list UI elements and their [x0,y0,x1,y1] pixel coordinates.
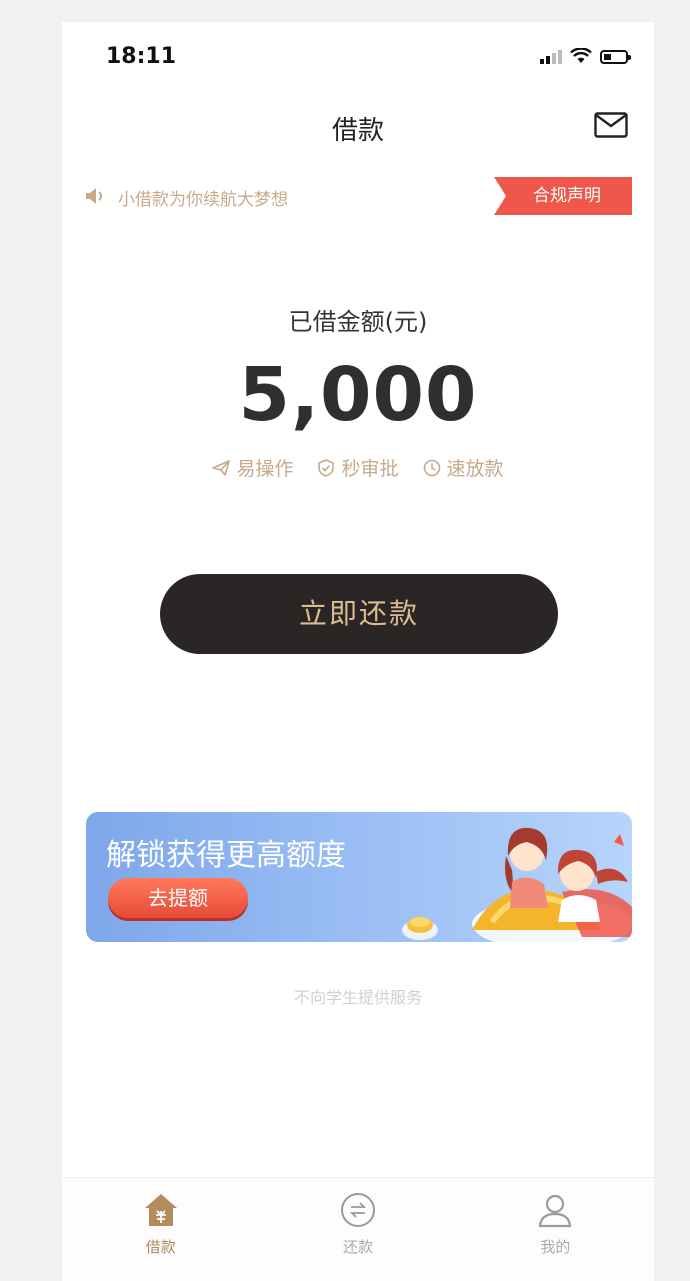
app-screen: 18:11 借款 小借款为你续航大梦想 合规声明 已借金额(元) 5,000 易… [62,22,654,1281]
tab-label: 我的 [540,1238,571,1256]
student-disclaimer: 不向学生提供服务 [293,988,422,1007]
raise-limit-button[interactable]: 去提额 [108,878,248,918]
feature-fast-disbursement: 速放款 [423,454,504,481]
borrowed-amount-label: 已借金额(元) [288,308,428,336]
page-title: 借款 [331,116,384,146]
nav-bar: 借款 [62,102,654,152]
tab-borrow[interactable]: 借款 [62,1178,259,1281]
feature-label: 易操作 [236,458,294,480]
status-bar: 18:11 [62,22,654,92]
cellular-signal-icon [540,50,562,64]
feature-easy-operation: 易操作 [212,454,293,481]
profile-icon [539,1194,572,1228]
feature-label: 速放款 [446,458,504,480]
shield-check-icon [318,458,335,477]
notice-text: 小借款为你续航大梦想 [118,190,288,210]
borrowed-amount-value: 5,000 [238,352,478,438]
status-time: 18:11 [106,44,177,69]
feature-fast-approval: 秒审批 [317,454,399,481]
wifi-icon [570,48,592,63]
tab-mine[interactable]: 我的 [457,1178,654,1281]
status-icons [540,48,631,64]
credit-limit-banner[interactable]: 解锁获得更高额度 去提额 [86,812,632,942]
speaker-icon [86,188,102,204]
home-icon [144,1194,177,1226]
banner-title: 解锁获得更高额度 [106,838,346,873]
mail-icon[interactable] [594,112,628,138]
repay-icon [340,1193,375,1227]
repay-now-button[interactable]: 立即还款 [160,574,558,654]
tab-repay[interactable]: 还款 [259,1178,456,1281]
tab-label: 借款 [145,1238,176,1256]
paper-plane-icon [212,459,231,476]
bottom-tab-bar: 借款 还款 我的 [62,1177,654,1281]
banner-illustration [402,827,632,942]
tab-label: 还款 [342,1238,373,1256]
clock-icon [423,459,440,476]
feature-list: 易操作 秒审批 速放款 [62,454,654,481]
compliance-statement-button[interactable]: 合规声明 [494,177,632,215]
battery-icon [600,50,631,64]
feature-label: 秒审批 [341,458,399,480]
notice-bar: 小借款为你续航大梦想 合规声明 [84,177,632,217]
